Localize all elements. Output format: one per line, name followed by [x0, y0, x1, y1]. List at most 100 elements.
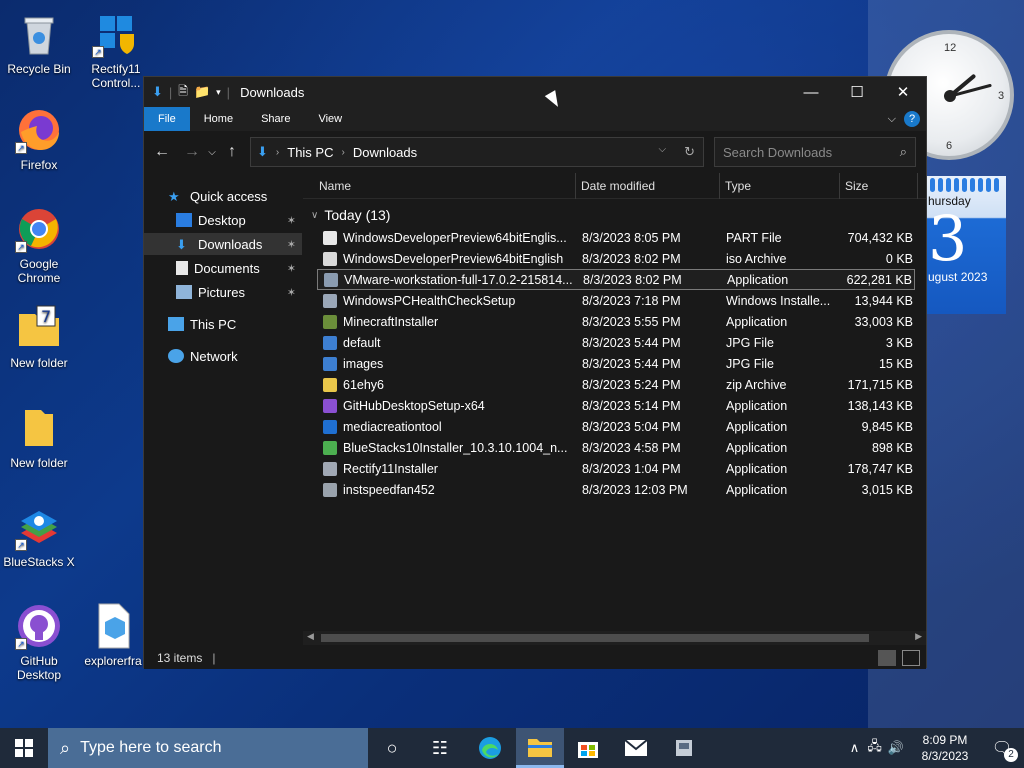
taskbar-installer[interactable] — [660, 728, 708, 768]
address-bar[interactable]: ⬇ › This PC › Downloads ⌵ ↻ — [250, 137, 704, 167]
file-name: WindowsPCHealthCheckSetup — [343, 293, 516, 308]
close-button[interactable]: ✕ — [880, 77, 926, 107]
table-row[interactable]: instspeedfan452 8/3/2023 12:03 PM Applicat… — [317, 479, 915, 500]
quick-access-dropdown-icon[interactable]: ▾ — [216, 87, 221, 98]
table-row[interactable]: default 8/3/2023 5:44 PM JPG File 3 KB — [317, 332, 915, 353]
scrollbar-thumb[interactable] — [321, 634, 869, 642]
table-row[interactable]: MinecraftInstaller 8/3/2023 5:55 PM Applic… — [317, 311, 915, 332]
desktop-icon-label: explorerfra — [84, 654, 142, 668]
taskbar-store[interactable] — [564, 728, 612, 768]
column-header-size[interactable]: Size — [845, 179, 868, 193]
clock[interactable]: 8:09 PM 8/3/2023 — [910, 732, 980, 764]
network-icon[interactable]: 🖧 — [867, 737, 882, 759]
file-name: mediacreationtool — [343, 419, 442, 434]
table-row[interactable]: mediacreationtool 8/3/2023 5:04 PM Applica… — [317, 416, 915, 437]
file-type-icon — [323, 251, 337, 266]
minimize-button[interactable]: — — [788, 77, 834, 107]
desktop-icon-github-desktop[interactable]: ↗ GitHub Desktop — [1, 602, 77, 682]
table-row[interactable]: GitHubDesktopSetup-x64 8/3/2023 5:14 PM Ap… — [317, 395, 915, 416]
tab-share[interactable]: Share — [247, 107, 304, 131]
taskbar-search-input[interactable]: Type here to search — [80, 739, 221, 757]
column-header-name[interactable]: Name — [319, 179, 351, 193]
tab-home[interactable]: Home — [190, 107, 247, 131]
status-bar: 13 items | — [144, 647, 926, 669]
pin-icon: ✶ — [286, 238, 296, 251]
table-row[interactable]: Rectify11Installer 8/3/2023 1:04 PM Applic… — [317, 458, 915, 479]
file-name: VMware-workstation-full-17.0.2-215814... — [344, 272, 572, 287]
file-type-icon — [323, 482, 337, 497]
column-header-date[interactable]: Date modified — [581, 179, 655, 193]
details-view-button[interactable] — [878, 650, 896, 666]
taskbar-edge[interactable] — [466, 728, 514, 768]
sidebar-item-quick-access[interactable]: ★ Quick access — [144, 185, 302, 207]
table-row[interactable]: BlueStacks10Installer_10.3.10.1004_n... 8… — [317, 437, 915, 458]
table-row[interactable]: WindowsDeveloperPreview64bitEnglis... 8/3… — [317, 227, 915, 248]
installer-icon — [676, 740, 692, 756]
volume-icon[interactable]: 🔊 — [888, 740, 904, 756]
show-hidden-icons-icon[interactable]: ∧ — [850, 740, 860, 756]
table-row[interactable]: VMware-workstation-full-17.0.2-215814...… — [317, 269, 915, 290]
sidebar-item-documents[interactable]: Documents ✶ — [144, 257, 302, 279]
scroll-left-icon[interactable]: ◀ — [307, 631, 314, 642]
table-row[interactable]: WindowsPCHealthCheckSetup 8/3/2023 7:18 P… — [317, 290, 915, 311]
table-row[interactable]: WindowsDeveloperPreview64bitEnglish 8/3/2… — [317, 248, 915, 269]
download-arrow-icon: ⬇ — [257, 144, 268, 159]
large-icons-view-button[interactable] — [902, 650, 920, 666]
table-row[interactable]: images 8/3/2023 5:44 PM JPG File 15 KB — [317, 353, 915, 374]
sidebar-item-downloads[interactable]: ⬇ Downloads ✶ — [144, 233, 302, 255]
group-header-today[interactable]: ∨ Today (13) — [311, 207, 390, 223]
file-size: 704,432 KB — [847, 230, 913, 245]
forward-button[interactable]: → — [180, 143, 204, 161]
desktop-icon-recycle-bin[interactable]: Recycle Bin — [1, 10, 77, 76]
desktop-icon-new-folder-2[interactable]: New folder — [1, 404, 77, 470]
ribbon-expand-icon[interactable]: ⌵ — [888, 113, 896, 126]
desktop-icon-firefox[interactable]: ↗ Firefox — [1, 106, 77, 172]
desktop-icon-bluestacks-x[interactable]: ↗ BlueStacks X — [1, 503, 77, 569]
file-name: WindowsDeveloperPreview64bitEnglis... — [343, 230, 567, 245]
sidebar-item-this-pc[interactable]: This PC — [144, 313, 302, 335]
file-type: JPG File — [726, 335, 774, 350]
sidebar-item-desktop[interactable]: Desktop ✶ — [144, 209, 302, 231]
tab-file[interactable]: File — [144, 107, 190, 131]
notification-center-button[interactable]: 🗨 2 — [980, 728, 1024, 768]
up-button[interactable]: ↑ — [220, 143, 244, 161]
new-folder-icon[interactable]: 📁 — [194, 84, 210, 100]
scroll-right-icon[interactable]: ▶ — [915, 631, 922, 642]
file-name: default — [343, 335, 381, 350]
navigation-bar: ← → ⌵ ↑ ⬇ › This PC › Downloads ⌵ ↻ Sear… — [144, 131, 926, 173]
desktop-icon-new-folder-1[interactable]: 7 New folder — [1, 304, 77, 370]
task-view-button[interactable]: ☷ — [416, 728, 464, 768]
tab-view[interactable]: View — [304, 107, 356, 131]
cortana-button[interactable]: ○ — [368, 728, 416, 768]
taskbar-mail[interactable] — [612, 728, 660, 768]
recent-locations-button[interactable]: ⌵ — [204, 147, 220, 158]
desktop-icon-label: BlueStacks X — [3, 555, 75, 569]
help-button[interactable]: ? — [904, 111, 920, 127]
sidebar-item-network[interactable]: Network — [144, 345, 302, 367]
taskbar-search[interactable]: ⌕ Type here to search — [48, 728, 368, 768]
back-button[interactable]: ← — [150, 143, 174, 161]
start-button[interactable] — [0, 728, 48, 768]
maximize-button[interactable]: ☐ — [834, 77, 880, 107]
taskbar-file-explorer[interactable] — [516, 728, 564, 768]
column-header-type[interactable]: Type — [725, 179, 751, 193]
breadcrumb-downloads[interactable]: Downloads — [353, 145, 417, 160]
file-type: iso Archive — [726, 251, 787, 266]
forward-arrow-icon: → — [184, 143, 200, 160]
refresh-icon[interactable]: ↻ — [684, 144, 695, 160]
address-dropdown-icon[interactable]: ⌵ — [659, 144, 667, 160]
table-row[interactable]: 61ehy6 8/3/2023 5:24 PM zip Archive 171,715… — [317, 374, 915, 395]
file-type-icon — [323, 293, 337, 308]
search-box[interactable]: Search Downloads ⌕ — [714, 137, 916, 167]
horizontal-scrollbar[interactable]: ◀ ▶ — [303, 631, 926, 645]
desktop-icon-google-chrome[interactable]: ↗ Google Chrome — [1, 205, 77, 285]
calendar-gadget[interactable]: hursday 3 ugust 2023 — [926, 176, 1006, 314]
desktop-icon-explorerframe[interactable]: explorerfra — [80, 602, 146, 668]
breadcrumb-this-pc[interactable]: This PC — [287, 145, 333, 160]
group-label: Today (13) — [324, 207, 391, 223]
search-input[interactable]: Search Downloads — [723, 145, 832, 160]
sidebar-item-pictures[interactable]: Pictures ✶ — [144, 281, 302, 303]
file-type-icon — [324, 272, 338, 287]
title-bar[interactable]: ⬇ | 🗎 📁 ▾ | Downloads — ☐ ✕ — [144, 77, 926, 107]
properties-icon[interactable]: 🗎 — [178, 82, 188, 103]
